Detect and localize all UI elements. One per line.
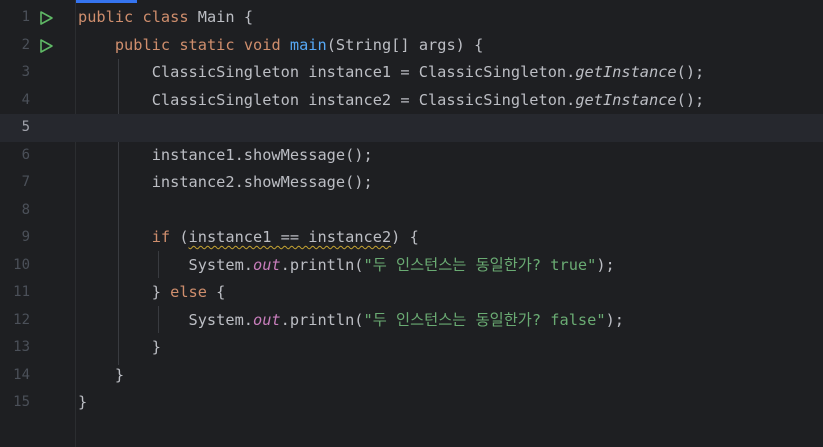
code-line[interactable]: 2 public static void main(String[] args)… (0, 32, 823, 60)
method-name: main (289, 35, 327, 54)
static-method-call: getInstance (575, 63, 677, 81)
code-line[interactable]: 10 System.out.println("두 인스턴스는 동일한가? tru… (0, 252, 823, 280)
warning-underline[interactable]: instance1 == instance2 (189, 228, 392, 246)
keyword: class (142, 8, 189, 26)
code-token: } (78, 393, 88, 411)
code-token: System. (188, 255, 253, 274)
code-token: ); (605, 310, 624, 329)
code-token: Main { (197, 8, 254, 26)
line-number: 4 (21, 91, 30, 108)
keyword: public (114, 35, 171, 54)
code-text[interactable]: ClassicSingleton instance2 = ClassicSing… (78, 87, 705, 115)
code-token: instance1.showMessage(); (151, 145, 373, 164)
code-line[interactable]: 13 } (0, 334, 823, 362)
line-number: 2 (21, 36, 30, 53)
code-token: } (151, 338, 161, 356)
code-line[interactable]: 6 instance1.showMessage(); (0, 142, 823, 170)
static-field: out (252, 310, 281, 329)
code-token: System. (188, 310, 253, 329)
code-line[interactable]: 1 public class Main { (0, 4, 823, 32)
run-icon[interactable] (38, 38, 54, 54)
keyword: static (179, 35, 235, 54)
code-text[interactable]: } (78, 334, 161, 362)
code-line[interactable]: 12 System.out.println("두 인스턴스는 동일한가? fal… (0, 307, 823, 335)
line-number: 3 (21, 64, 30, 80)
code-token: } (114, 365, 125, 384)
static-field: out (252, 255, 281, 274)
line-number: 15 (13, 394, 30, 410)
code-text[interactable]: public static void main(String[] args) { (78, 32, 483, 60)
code-token: (); (676, 90, 705, 109)
line-number: 12 (13, 311, 30, 328)
code-text[interactable]: System.out.println("두 인스턴스는 동일한가? false"… (78, 307, 624, 335)
code-line[interactable]: 8 (0, 197, 823, 225)
line-number: 6 (21, 146, 30, 163)
line-number: 10 (13, 256, 30, 273)
line-number: 13 (13, 339, 30, 355)
code-line[interactable]: 4 ClassicSingleton instance2 = ClassicSi… (0, 87, 823, 115)
code-token: ); (596, 255, 615, 274)
code-token: } (151, 283, 171, 301)
code-text[interactable]: } else { (78, 279, 226, 307)
line-number: 7 (21, 174, 30, 190)
code-text[interactable]: instance2.showMessage(); (78, 169, 373, 197)
string-literal: "두 인스턴스는 동일한가? true" (363, 255, 597, 274)
run-icon[interactable] (38, 10, 54, 26)
current-line-highlight[interactable]: 5 (0, 114, 823, 142)
static-method-call: getInstance (575, 90, 677, 109)
line-number: 14 (13, 366, 30, 383)
code-token: ClassicSingleton instance1 = ClassicSing… (151, 63, 576, 81)
code-token: ClassicSingleton instance2 = ClassicSing… (151, 90, 576, 109)
code-token: (String[] args) { (326, 35, 484, 54)
code-token: .println( (280, 310, 364, 329)
code-line[interactable]: 14 } (0, 362, 823, 390)
code-text[interactable]: if (instance1 == instance2) { (78, 224, 419, 252)
keyword: void (243, 35, 281, 54)
code-token: (); (676, 63, 705, 81)
code-line[interactable]: 3 ClassicSingleton instance1 = ClassicSi… (0, 59, 823, 87)
code-token: { (206, 283, 226, 301)
line-number: 9 (21, 229, 30, 245)
code-line[interactable]: 11 } else { (0, 279, 823, 307)
keyword: if (151, 228, 171, 246)
line-number: 5 (21, 119, 30, 135)
code-text[interactable]: } (78, 362, 124, 390)
code-token: ) { (391, 228, 419, 246)
code-token: ( (179, 228, 189, 246)
code-token: instance2.showMessage(); (151, 173, 373, 191)
keyword: else (170, 283, 207, 301)
code-line[interactable]: 7 instance2.showMessage(); (0, 169, 823, 197)
code-text[interactable]: public class Main { (78, 4, 253, 32)
code-text[interactable]: ClassicSingleton instance1 = ClassicSing… (78, 59, 705, 87)
code-text[interactable]: } (78, 389, 87, 417)
code-text[interactable]: instance1.showMessage(); (78, 142, 373, 170)
code-editor[interactable]: 1 public class Main { 2 public static vo… (0, 0, 823, 447)
string-literal: "두 인스턴스는 동일한가? false" (363, 310, 606, 329)
line-number: 11 (13, 284, 30, 300)
line-number: 1 (21, 9, 30, 25)
code-text[interactable]: System.out.println("두 인스턴스는 동일한가? true")… (78, 252, 615, 280)
line-number: 8 (21, 201, 30, 218)
code-token: .println( (280, 255, 364, 274)
code-line[interactable]: 15 } (0, 389, 823, 417)
code-line[interactable]: 9 if (instance1 == instance2) { (0, 224, 823, 252)
keyword: public (78, 8, 134, 26)
